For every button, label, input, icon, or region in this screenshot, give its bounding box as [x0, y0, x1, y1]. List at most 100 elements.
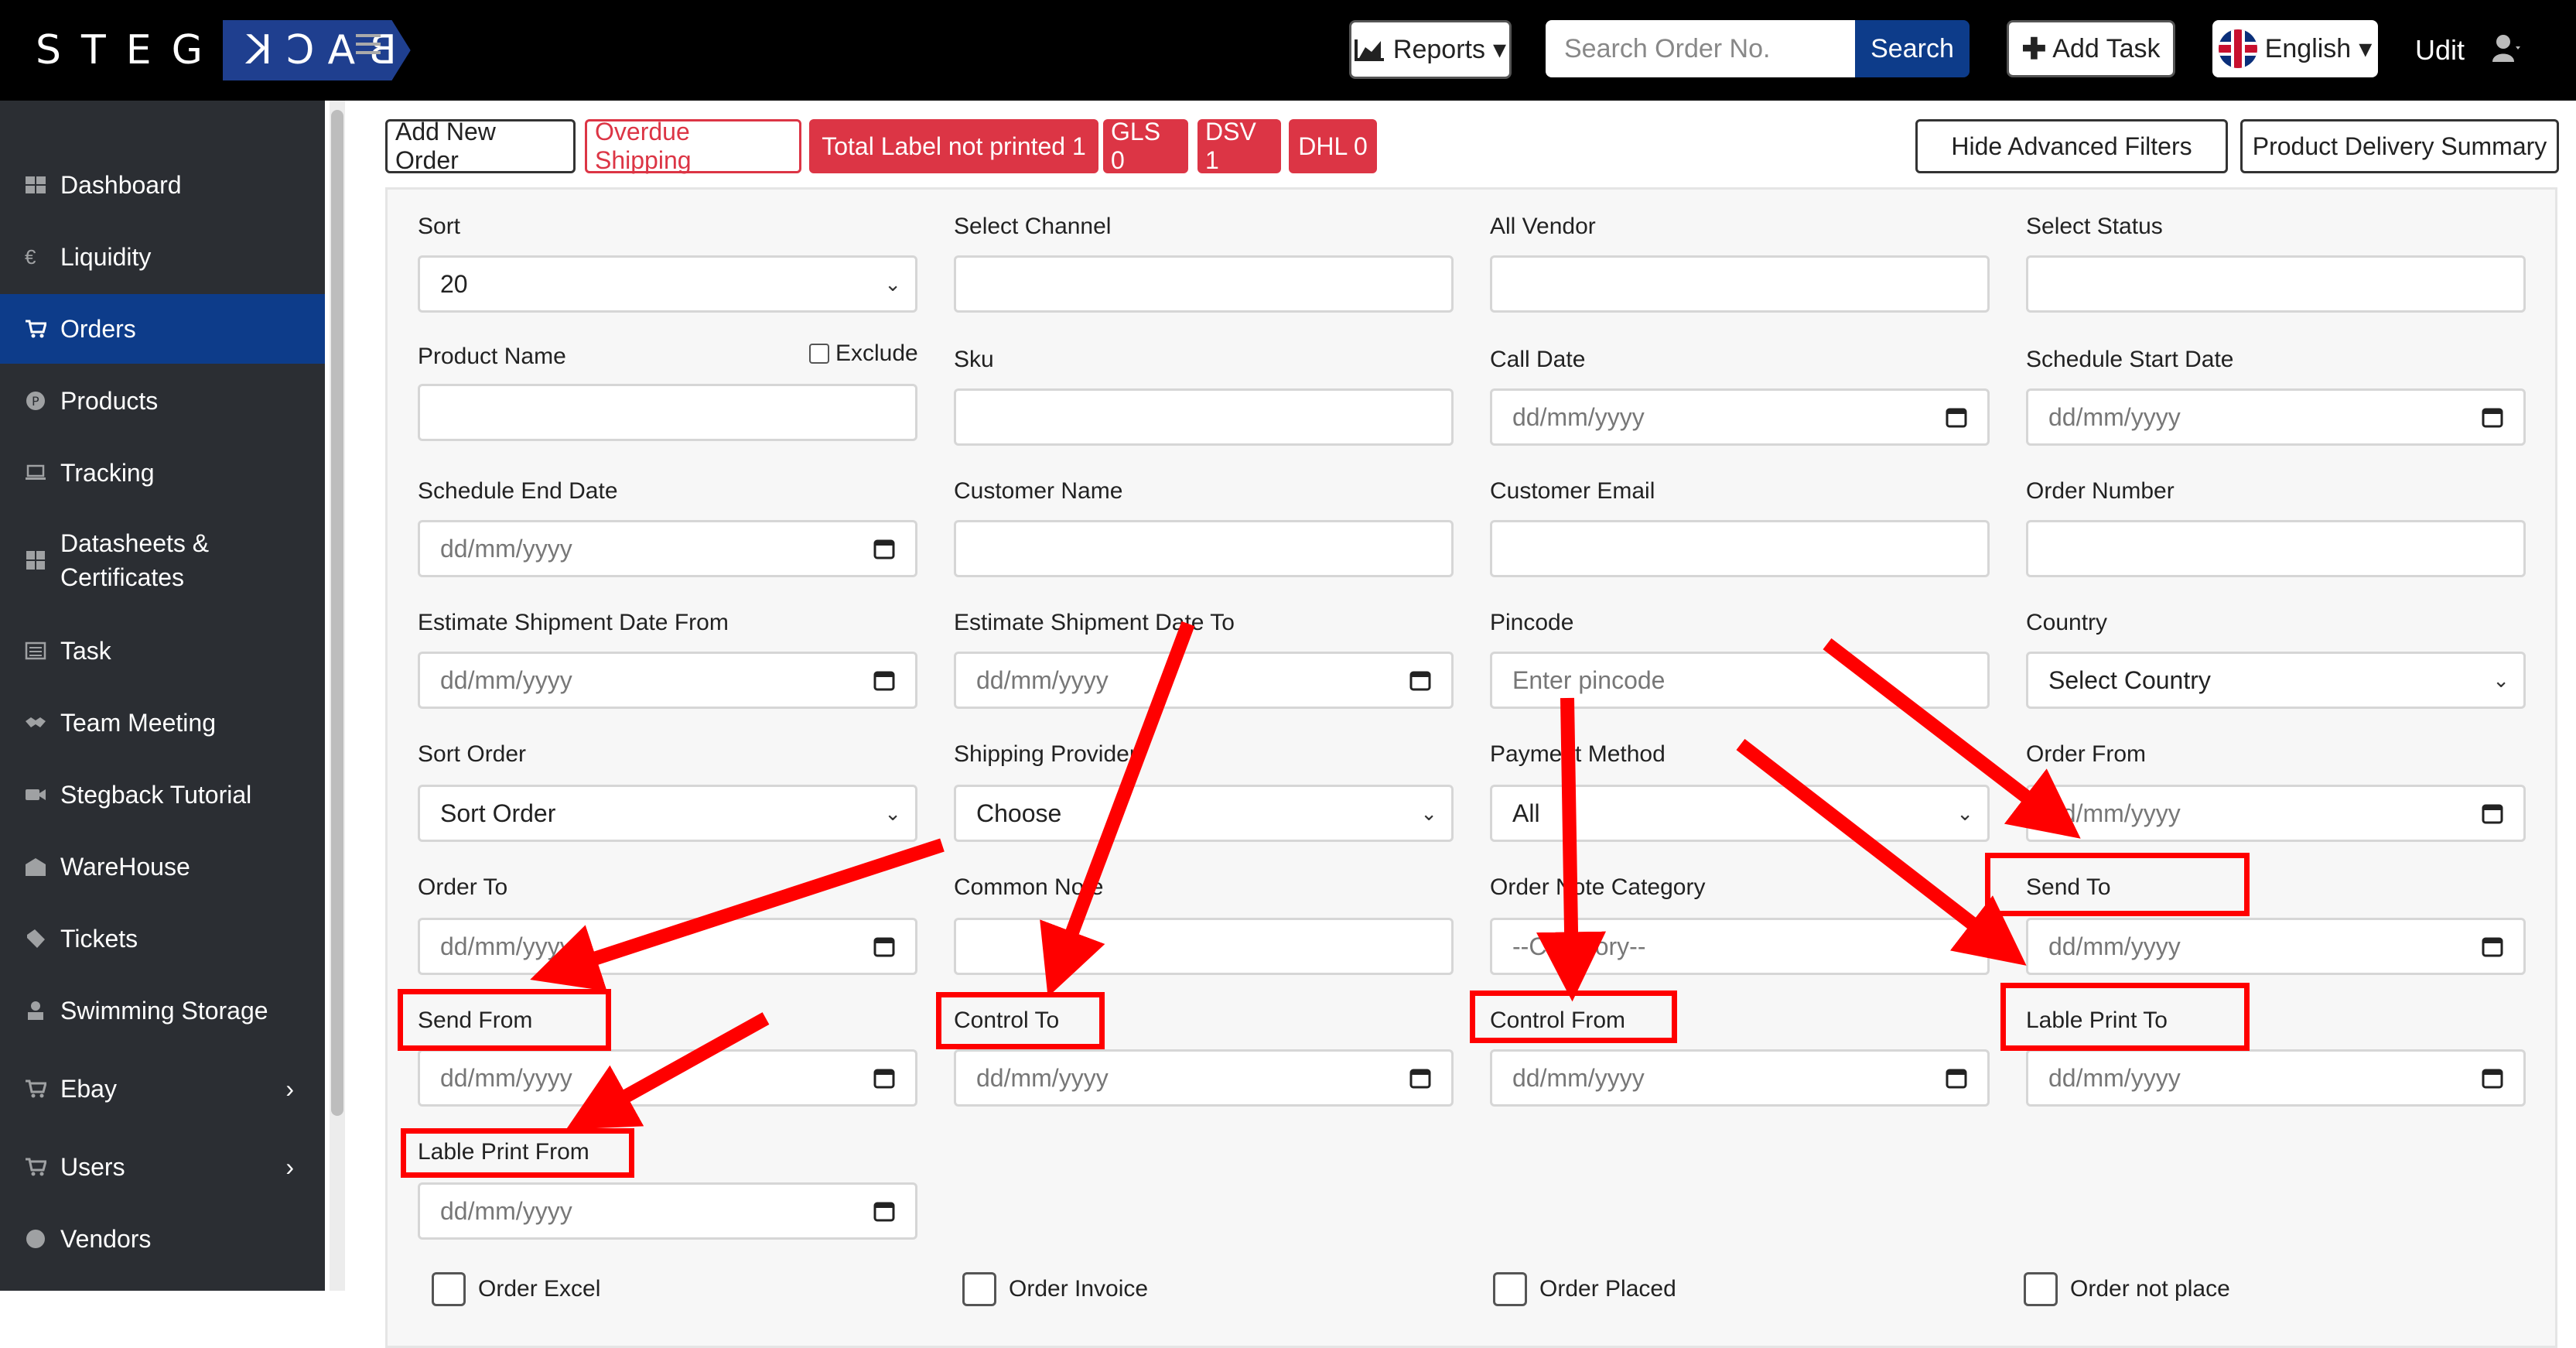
order-not-placed-checkbox-row[interactable]: Order not place: [2024, 1272, 2230, 1306]
shipping-provider-label: Shipping Provider: [954, 741, 1137, 767]
calendar-icon[interactable]: [2482, 802, 2503, 824]
menu-toggle-icon[interactable]: [356, 34, 381, 54]
sidebar-item-swimming-storage[interactable]: Swimming Storage: [0, 976, 325, 1045]
overdue-shipping-button[interactable]: Overdue Shipping: [585, 118, 801, 174]
order-excel-checkbox[interactable]: [432, 1272, 466, 1306]
sidebar-item-label-line2: Certificates: [60, 563, 185, 591]
calendar-icon[interactable]: [1409, 1067, 1431, 1089]
annotation-box-label-print-from: [401, 1128, 634, 1178]
payment-method-select[interactable]: All ⌄: [1490, 785, 1990, 842]
vendor-select[interactable]: [1490, 255, 1990, 313]
sku-input[interactable]: [954, 388, 1454, 446]
est-to-input[interactable]: dd/mm/yyyy: [954, 652, 1454, 709]
send-from-input[interactable]: dd/mm/yyyy: [418, 1049, 917, 1107]
order-placed-checkbox-row[interactable]: Order Placed: [1493, 1272, 1676, 1306]
exclude-checkbox[interactable]: [809, 344, 829, 364]
sidebar-item-stegback-tutorial[interactable]: Stegback Tutorial: [0, 760, 325, 830]
sidebar-scrollbar-thumb[interactable]: [331, 110, 343, 1116]
calendar-icon[interactable]: [2482, 1067, 2503, 1089]
status-select[interactable]: [2026, 255, 2526, 313]
common-note-input[interactable]: [954, 918, 1454, 975]
calendar-icon[interactable]: [2482, 936, 2503, 957]
search-order-input[interactable]: [1546, 20, 1855, 77]
calendar-icon[interactable]: [1946, 406, 1967, 428]
schedule-end-input[interactable]: dd/mm/yyyy: [418, 520, 917, 577]
order-invoice-checkbox[interactable]: [962, 1272, 996, 1306]
sidebar-item-ebay[interactable]: Ebay ›: [0, 1054, 325, 1124]
sidebar-item-label: Ebay: [60, 1074, 117, 1103]
calendar-icon[interactable]: [873, 1067, 895, 1089]
search-button[interactable]: Search: [1855, 20, 1970, 77]
sidebar-item-team-meeting[interactable]: Team Meeting: [0, 688, 325, 758]
exclude-checkbox-row[interactable]: Exclude: [809, 340, 918, 367]
sidebar-item-warehouse[interactable]: WareHouse: [0, 832, 325, 902]
sidebar-item-products[interactable]: P Products: [0, 366, 325, 436]
label-print-from-input[interactable]: dd/mm/yyyy: [418, 1182, 917, 1240]
label-print-to-input[interactable]: dd/mm/yyyy: [2026, 1049, 2526, 1107]
sort-order-select[interactable]: Sort Order ⌄: [418, 785, 917, 842]
user-icon[interactable]: [2491, 33, 2522, 63]
customer-email-input[interactable]: [1490, 520, 1990, 577]
control-to-input[interactable]: dd/mm/yyyy: [954, 1049, 1454, 1107]
sidebar-item-datasheets[interactable]: Datasheets & Certificates: [0, 510, 325, 611]
calendar-icon[interactable]: [873, 538, 895, 559]
sidebar-item-task[interactable]: Task: [0, 616, 325, 686]
order-from-input[interactable]: dd/mm/yyyy: [2026, 785, 2526, 842]
stegback-logo[interactable]: STEG BACK: [36, 20, 411, 80]
gls-badge[interactable]: GLS 0: [1103, 118, 1188, 174]
send-to-input[interactable]: dd/mm/yyyy: [2026, 918, 2526, 975]
calendar-icon[interactable]: [873, 669, 895, 691]
sidebar-item-tracking[interactable]: Tracking: [0, 438, 325, 508]
shipping-provider-value: Choose: [976, 799, 1062, 827]
control-from-input[interactable]: dd/mm/yyyy: [1490, 1049, 1990, 1107]
date-placeholder: dd/mm/yyyy: [1512, 402, 1645, 431]
note-category-select[interactable]: --Category--: [1490, 918, 1990, 975]
sidebar-item-label: Dashboard: [60, 170, 182, 199]
dhl-badge[interactable]: DHL 0: [1289, 119, 1377, 173]
sidebar-item-dashboard[interactable]: Dashboard: [0, 150, 325, 220]
sidebar-item-label: Swimming Storage: [60, 996, 268, 1025]
product-name-input[interactable]: [418, 384, 917, 441]
est-from-input[interactable]: dd/mm/yyyy: [418, 652, 917, 709]
sort-select[interactable]: 20 ⌄: [418, 255, 917, 313]
call-date-input[interactable]: dd/mm/yyyy: [1490, 388, 1990, 446]
add-task-button[interactable]: ✚ Add Task: [2007, 20, 2175, 77]
dsv-badge[interactable]: DSV 1: [1197, 118, 1281, 174]
order-invoice-checkbox-row[interactable]: Order Invoice: [962, 1272, 1148, 1306]
reports-dropdown-button[interactable]: Reports ▾: [1349, 20, 1512, 79]
date-placeholder: dd/mm/yyyy: [440, 932, 572, 960]
calendar-icon[interactable]: [1946, 1067, 1967, 1089]
call-date-label: Call Date: [1490, 347, 1586, 372]
sidebar-item-tickets[interactable]: Tickets: [0, 904, 325, 973]
calendar-icon[interactable]: [1409, 669, 1431, 691]
cart-icon: [26, 320, 46, 338]
dashboard-icon: [26, 176, 46, 193]
pincode-input[interactable]: Enter pincode: [1490, 652, 1990, 709]
hide-advanced-filters-button[interactable]: Hide Advanced Filters: [1915, 119, 2228, 173]
channel-select[interactable]: [954, 255, 1454, 313]
user-name[interactable]: Udit: [2415, 34, 2465, 67]
total-label-not-printed-badge[interactable]: Total Label not printed 1: [809, 119, 1098, 173]
calendar-icon[interactable]: [873, 1200, 895, 1222]
schedule-start-input[interactable]: dd/mm/yyyy: [2026, 388, 2526, 446]
order-placed-checkbox[interactable]: [1493, 1272, 1527, 1306]
sidebar-item-vendors[interactable]: Vendors: [0, 1204, 325, 1274]
order-number-input[interactable]: [2026, 520, 2526, 577]
order-not-placed-checkbox[interactable]: [2024, 1272, 2058, 1306]
order-excel-checkbox-row[interactable]: Order Excel: [432, 1272, 600, 1306]
language-selector[interactable]: English ▾: [2212, 20, 2378, 77]
order-to-input[interactable]: dd/mm/yyyy: [418, 918, 917, 975]
add-new-order-button[interactable]: Add New Order: [385, 118, 576, 174]
sidebar-item-users[interactable]: Users ›: [0, 1132, 325, 1202]
shipping-provider-select[interactable]: Choose ⌄: [954, 785, 1454, 842]
est-from-label: Estimate Shipment Date From: [418, 610, 729, 635]
product-delivery-summary-button[interactable]: Product Delivery Summary: [2240, 119, 2559, 173]
calendar-icon[interactable]: [873, 936, 895, 957]
sku-label: Sku: [954, 347, 994, 372]
sidebar-item-orders[interactable]: Orders: [0, 294, 325, 364]
country-value: Select Country: [2048, 665, 2211, 694]
sidebar-item-liquidity[interactable]: € Liquidity: [0, 222, 325, 292]
country-select[interactable]: Select Country ⌄: [2026, 652, 2526, 709]
customer-name-input[interactable]: [954, 520, 1454, 577]
calendar-icon[interactable]: [2482, 406, 2503, 428]
